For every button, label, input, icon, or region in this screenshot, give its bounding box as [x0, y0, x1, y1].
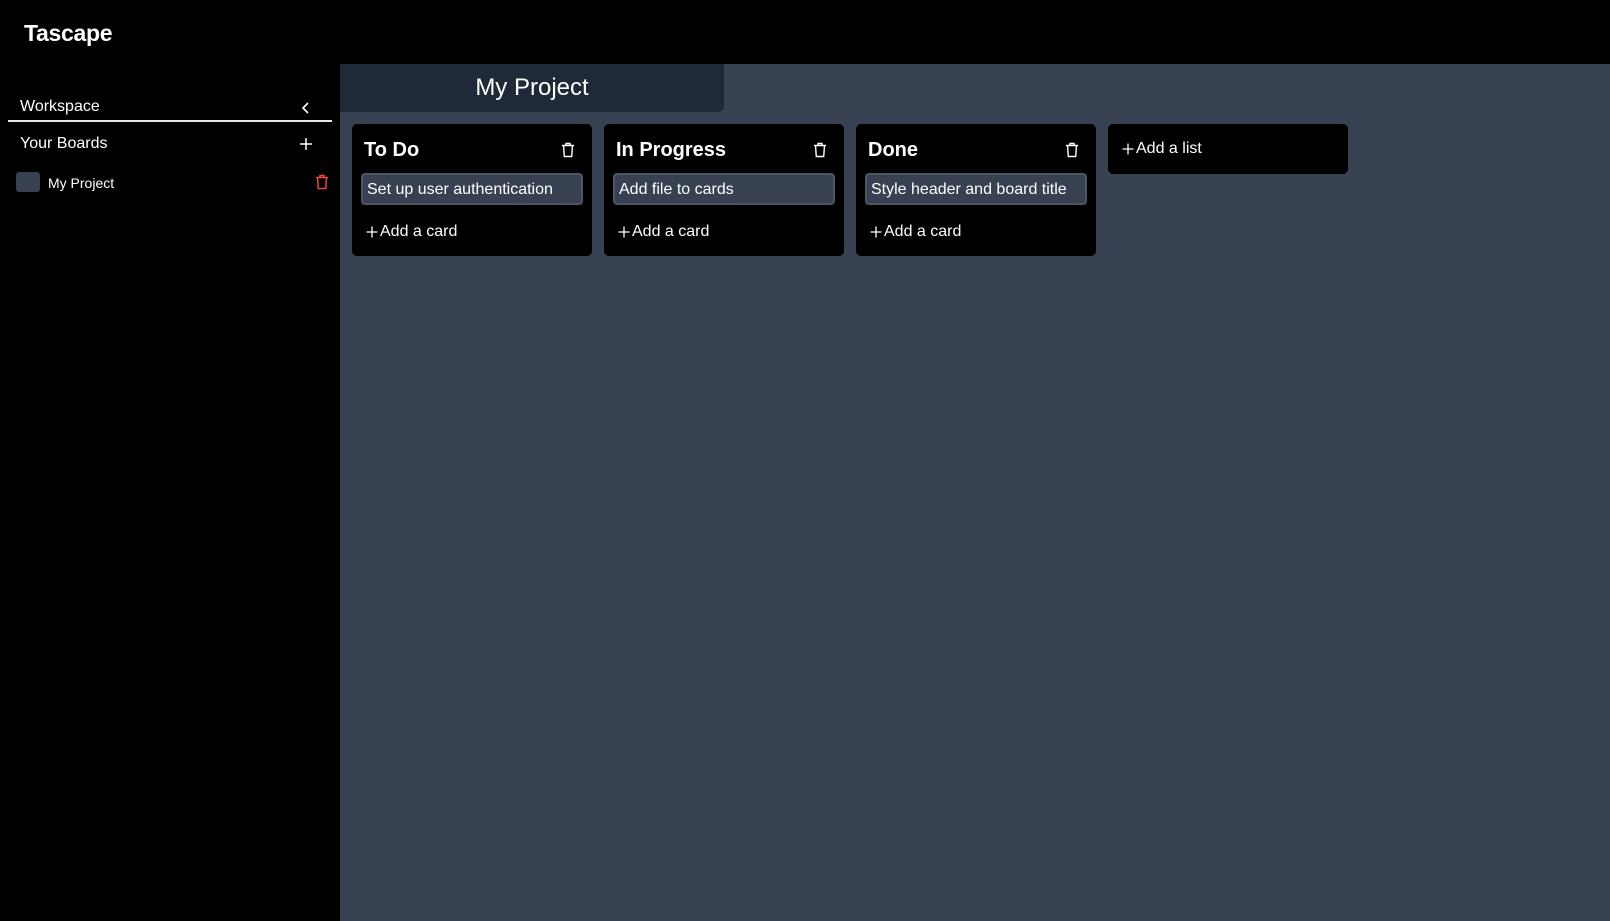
list-done: Done Style header and board title Add a …: [856, 124, 1096, 256]
add-card-button[interactable]: Add a card: [366, 220, 457, 244]
delete-list-button[interactable]: [558, 140, 578, 160]
delete-board-button[interactable]: [312, 172, 332, 192]
board-title[interactable]: My Project: [475, 74, 588, 102]
add-list-button[interactable]: Add a list: [1108, 124, 1348, 174]
workspace-label: Workspace: [20, 98, 100, 115]
add-card-label: Add a card: [884, 223, 962, 240]
plus-icon: [870, 226, 882, 238]
card[interactable]: Style header and board title: [865, 173, 1087, 205]
plus-icon: [366, 226, 378, 238]
card[interactable]: Add file to cards: [613, 173, 835, 205]
plus-icon: [300, 138, 312, 150]
list-in-progress: In Progress Add file to cards Add a card: [604, 124, 844, 256]
board-color-swatch: [16, 172, 40, 192]
chevron-left-icon: [301, 102, 309, 114]
add-card-button[interactable]: Add a card: [618, 220, 709, 244]
board-name: My Project: [48, 175, 115, 191]
your-boards-header: Your Boards: [8, 130, 332, 162]
sidebar: Workspace Your Boards My Project: [0, 64, 340, 921]
add-card-label: Add a card: [380, 223, 458, 240]
list-title[interactable]: To Do: [364, 139, 419, 162]
add-card-button[interactable]: Add a card: [870, 220, 961, 244]
list-title[interactable]: Done: [868, 139, 918, 162]
trash-icon: [562, 142, 574, 158]
add-list-label: Add a list: [1136, 140, 1202, 157]
app-logo[interactable]: Tascape: [24, 20, 113, 47]
list-title[interactable]: In Progress: [616, 139, 726, 162]
your-boards-label: Your Boards: [20, 135, 108, 152]
add-board-button[interactable]: [296, 134, 316, 154]
list-to-do: To Do Set up user authentication Add a c…: [352, 124, 592, 256]
add-card-label: Add a card: [632, 223, 710, 240]
trash-icon: [814, 142, 826, 158]
trash-icon: [316, 174, 328, 190]
delete-list-button[interactable]: [1062, 140, 1082, 160]
board-canvas: My Project To Do Set up user authenticat…: [340, 64, 1610, 921]
plus-icon: [1122, 143, 1134, 155]
plus-icon: [618, 226, 630, 238]
collapse-sidebar-button[interactable]: [296, 98, 316, 118]
trash-icon: [1066, 142, 1078, 158]
board-title-bar: My Project: [340, 64, 724, 112]
card[interactable]: Set up user authentication: [361, 173, 583, 205]
delete-list-button[interactable]: [810, 140, 830, 160]
top-bar: Tascape: [0, 0, 1610, 64]
workspace-header: Workspace: [8, 76, 332, 122]
sidebar-item-my-project[interactable]: My Project: [16, 170, 332, 196]
